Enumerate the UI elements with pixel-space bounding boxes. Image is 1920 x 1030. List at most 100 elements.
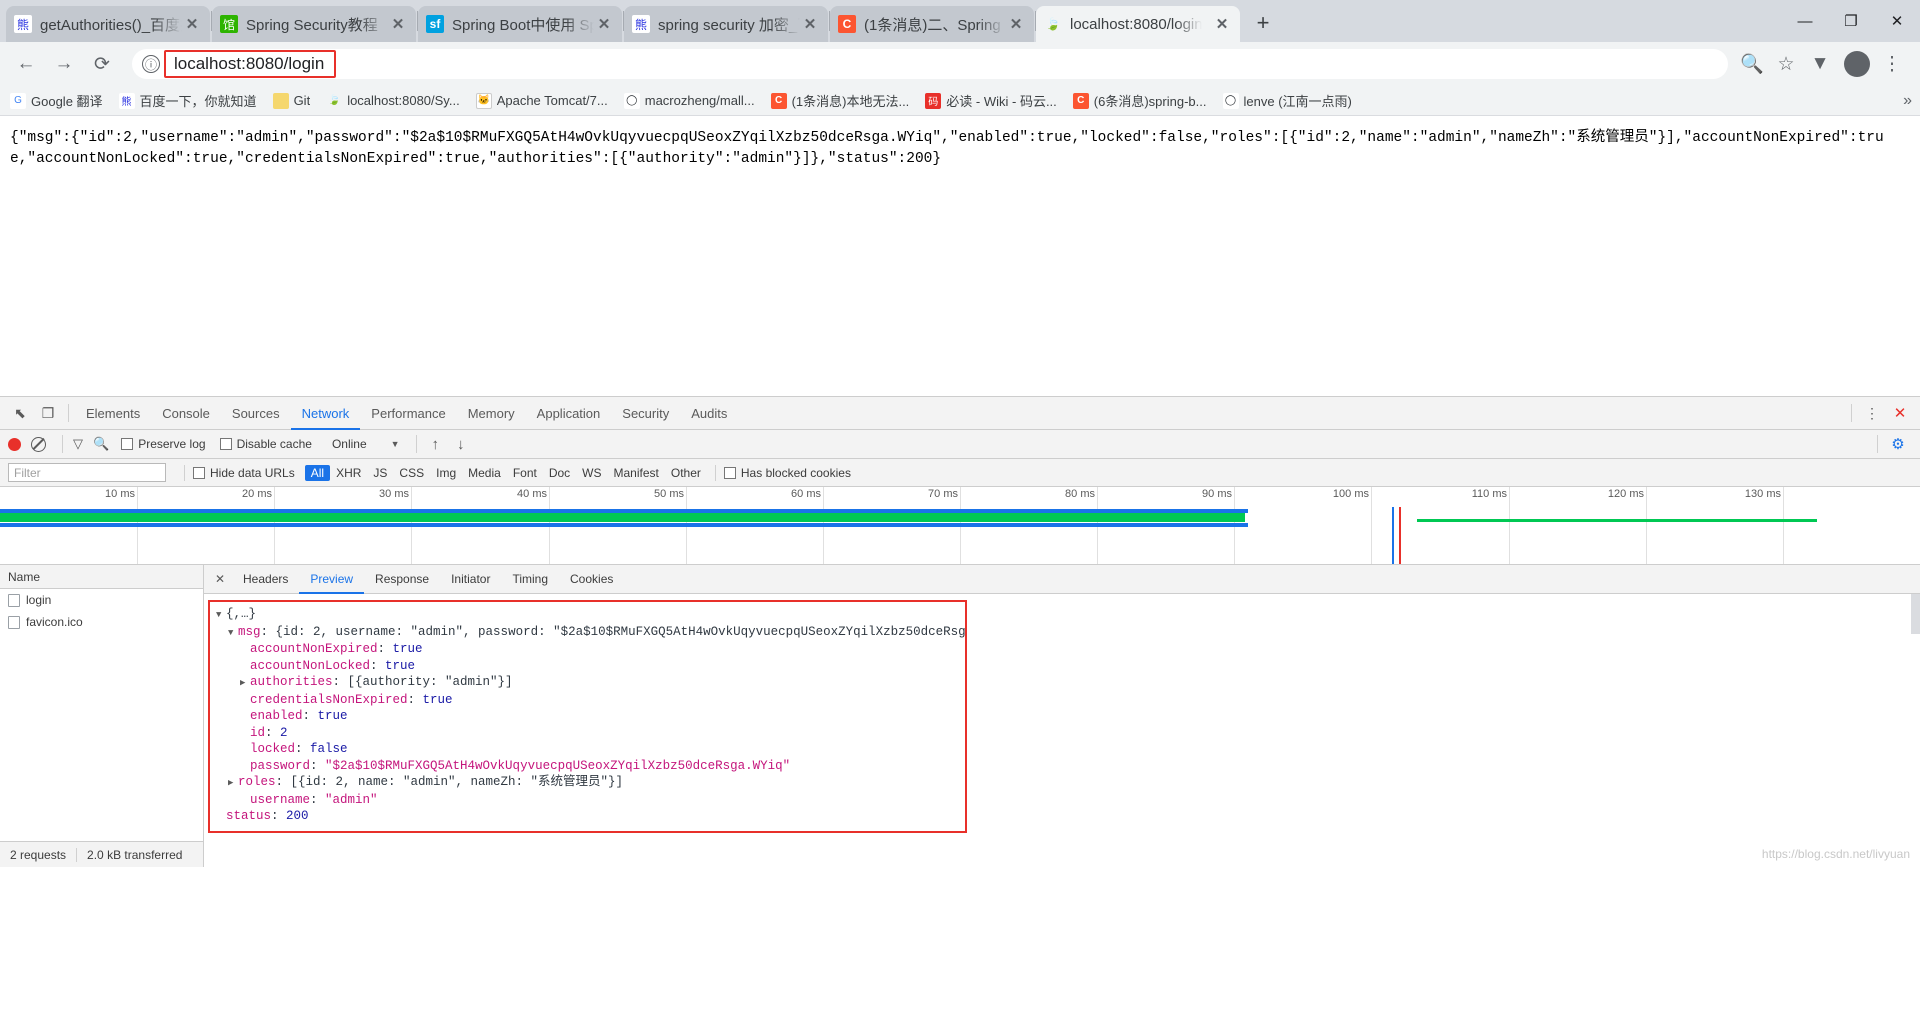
- checkbox-box[interactable]: [219, 438, 232, 450]
- devtools-more-icon[interactable]: ⋮: [1858, 400, 1886, 426]
- preview-tree-line[interactable]: ▶ roles: [{id: 2, name: "admin", nameZh: …: [216, 774, 961, 792]
- tab-close-icon[interactable]: ✕: [1006, 14, 1026, 34]
- filter-type-font[interactable]: Font: [507, 466, 543, 480]
- preview-tree-line[interactable]: username: "admin": [216, 792, 961, 809]
- export-har-icon[interactable]: ↓: [457, 436, 465, 453]
- filter-type-css[interactable]: CSS: [393, 466, 430, 480]
- search-icon[interactable]: 🔍: [93, 436, 109, 452]
- tab-close-icon[interactable]: ✕: [388, 14, 408, 34]
- throttling-select[interactable]: Online ▼: [332, 437, 400, 451]
- expand-arrow-icon[interactable]: ▶: [240, 675, 250, 692]
- bookmark-item[interactable]: ◯ lenve (江南一点雨): [1222, 91, 1352, 110]
- filter-type-other[interactable]: Other: [665, 466, 707, 480]
- detail-tab-headers[interactable]: Headers: [232, 565, 299, 594]
- checkbox-box[interactable]: [193, 466, 205, 479]
- filter-type-ws[interactable]: WS: [576, 466, 607, 480]
- browser-tab[interactable]: 熊 getAuthorities()_百度搜索✕: [6, 6, 210, 42]
- bookmarks-overflow-icon[interactable]: »: [1903, 92, 1912, 110]
- preview-tree-line[interactable]: password: "$2a$10$RMuFXGQ5AtH4wOvkUqyvue…: [216, 758, 961, 775]
- bookmark-item[interactable]: G Google 翻译: [10, 91, 103, 110]
- new-tab-button[interactable]: +: [1247, 7, 1279, 39]
- url-text[interactable]: localhost:8080/login: [164, 50, 337, 78]
- tab-close-icon[interactable]: ✕: [800, 14, 820, 34]
- hide-data-urls-checkbox[interactable]: Hide data URLs: [193, 466, 295, 480]
- json-preview-tree[interactable]: ▼ {,…} ▼ msg: {id: 2, username: "admin", pa…: [208, 600, 967, 833]
- preview-tree-line[interactable]: locked: false: [216, 741, 961, 758]
- minimize-button[interactable]: —: [1782, 0, 1828, 42]
- devtools-tab-network[interactable]: Network: [291, 397, 361, 430]
- devtools-tab-memory[interactable]: Memory: [457, 397, 526, 430]
- devtools-tab-console[interactable]: Console: [151, 397, 221, 430]
- scrollbar-thumb[interactable]: [1911, 594, 1920, 634]
- bookmark-item[interactable]: 码必读 - Wiki - 码云...: [925, 91, 1057, 110]
- devtools-tab-application[interactable]: Application: [526, 397, 612, 430]
- devtools-close-icon[interactable]: ✕: [1886, 400, 1914, 426]
- profile-avatar[interactable]: [1844, 51, 1870, 77]
- tab-close-icon[interactable]: ✕: [594, 14, 614, 34]
- tab-close-icon[interactable]: ✕: [182, 14, 202, 34]
- bookmark-item[interactable]: 🐱 Apache Tomcat/7...: [475, 92, 608, 109]
- bookmark-item[interactable]: 熊百度一下，你就知道: [118, 91, 257, 110]
- preview-tree-line[interactable]: status: 200: [216, 808, 961, 825]
- bookmark-item[interactable]: Git: [272, 92, 310, 109]
- checkbox-box[interactable]: [121, 438, 134, 450]
- detail-tab-cookies[interactable]: Cookies: [559, 565, 624, 594]
- filter-icon[interactable]: ▽: [73, 436, 83, 452]
- bookmark-item[interactable]: C (6条消息)spring-b...: [1072, 91, 1207, 110]
- preview-tree-line[interactable]: ▶ authorities: [{authority: "admin"}]: [216, 674, 961, 692]
- filter-type-js[interactable]: JS: [367, 466, 393, 480]
- checkbox-box[interactable]: [723, 466, 736, 479]
- devtools-tab-performance[interactable]: Performance: [360, 397, 456, 430]
- filter-input[interactable]: Filter: [8, 463, 166, 482]
- detail-tab-initiator[interactable]: Initiator: [440, 565, 501, 594]
- address-bar[interactable]: ⓘ localhost:8080/login: [132, 49, 1728, 79]
- browser-tab[interactable]: 🍃 localhost:8080/login ✕: [1036, 6, 1240, 42]
- has-blocked-cookies-checkbox[interactable]: Has blocked cookies: [723, 466, 851, 480]
- preview-tree-line[interactable]: credentialsNonExpired: true: [216, 692, 961, 709]
- site-info-icon[interactable]: ⓘ: [142, 55, 160, 73]
- record-button-icon[interactable]: [8, 437, 21, 451]
- forward-button[interactable]: →: [48, 48, 80, 80]
- expand-arrow-icon[interactable]: ▶: [228, 775, 238, 792]
- browser-tab[interactable]: 馆 Spring Security教程（6）✕: [212, 6, 416, 42]
- clear-icon[interactable]: [31, 436, 46, 452]
- detail-close-icon[interactable]: ✕: [208, 572, 232, 586]
- gear-icon[interactable]: ⚙: [1884, 431, 1912, 457]
- preserve-log-checkbox[interactable]: Preserve log: [121, 437, 206, 451]
- preview-tree-line[interactable]: accountNonLocked: true: [216, 658, 961, 675]
- collapse-arrow-icon[interactable]: ▼: [216, 607, 226, 624]
- preview-tree-line[interactable]: ▼ {,…}: [216, 606, 961, 624]
- zoom-icon[interactable]: 🔍: [1736, 48, 1768, 80]
- bookmark-item[interactable]: ◯ macrozheng/mall...: [623, 92, 755, 109]
- request-row[interactable]: favicon.ico: [0, 611, 203, 633]
- extension-icon[interactable]: ▼: [1804, 48, 1836, 80]
- filter-type-doc[interactable]: Doc: [543, 466, 576, 480]
- chevron-down-icon[interactable]: ▼: [391, 439, 400, 449]
- browser-tab[interactable]: 熊 spring security 加密_百度搜✕: [624, 6, 828, 42]
- browser-tab[interactable]: sf Spring Boot中使用 Spring S✕: [418, 6, 622, 42]
- devtools-tab-elements[interactable]: Elements: [75, 397, 151, 430]
- network-overview-timeline[interactable]: 10 ms 20 ms 30 ms 40 ms 50 ms 60 ms 70 ms 80 ms…: [0, 487, 1920, 565]
- devtools-tab-sources[interactable]: Sources: [221, 397, 291, 430]
- disable-cache-checkbox[interactable]: Disable cache: [219, 437, 312, 451]
- browser-tab[interactable]: C (1条消息)二、Spring Securi✕: [830, 6, 1034, 42]
- back-button[interactable]: ←: [10, 48, 42, 80]
- bookmark-item[interactable]: 🍃 localhost:8080/Sy...: [326, 93, 460, 109]
- detail-tab-timing[interactable]: Timing: [501, 565, 559, 594]
- tab-close-icon[interactable]: ✕: [1212, 14, 1232, 34]
- preview-tree-line[interactable]: ▼ msg: {id: 2, username: "admin", passwor…: [216, 624, 965, 642]
- detail-tab-preview[interactable]: Preview: [299, 565, 364, 594]
- filter-type-xhr[interactable]: XHR: [330, 466, 367, 480]
- close-window-button[interactable]: ✕: [1874, 0, 1920, 42]
- bookmark-star-icon[interactable]: ☆: [1770, 48, 1802, 80]
- reload-button[interactable]: ⟳: [86, 48, 118, 80]
- maximize-button[interactable]: ❐: [1828, 0, 1874, 42]
- preview-tree-line[interactable]: id: 2: [216, 725, 961, 742]
- inspect-element-icon[interactable]: ⬉: [6, 400, 34, 426]
- devtools-tab-security[interactable]: Security: [611, 397, 680, 430]
- request-row[interactable]: login: [0, 589, 203, 611]
- filter-type-manifest[interactable]: Manifest: [608, 466, 665, 480]
- preview-tree-line[interactable]: enabled: true: [216, 708, 961, 725]
- filter-type-media[interactable]: Media: [462, 466, 507, 480]
- device-toolbar-icon[interactable]: ❐: [34, 400, 62, 426]
